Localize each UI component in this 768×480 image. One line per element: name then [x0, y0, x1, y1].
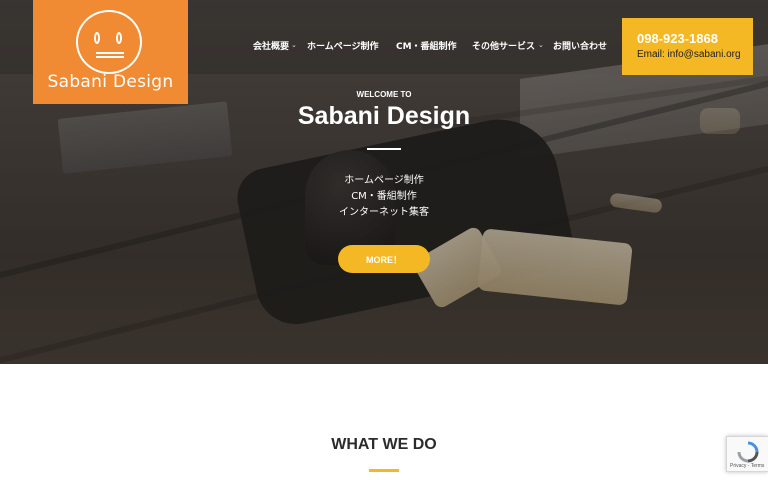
nav-item-contact[interactable]: お問い合わせ: [553, 39, 607, 52]
hero-service-line: CM・番組制作: [351, 191, 417, 202]
contact-box[interactable]: 098-923-1868 Email: info@sabani.org: [622, 18, 753, 75]
more-button[interactable]: MORE！: [338, 245, 430, 273]
section-divider: [369, 469, 399, 472]
smiley-logo-icon: [76, 10, 142, 74]
nav-item-other-services[interactable]: その他サービス: [472, 39, 535, 52]
section-title: WHAT WE DO: [331, 436, 437, 453]
logo-text: Sabani Design: [47, 72, 174, 92]
hero-divider: [367, 148, 401, 150]
site-logo[interactable]: Sabani Design: [33, 0, 188, 104]
nav-item-cm[interactable]: CM・番組制作: [396, 39, 457, 52]
logo-eye: [116, 32, 122, 44]
nav-item-web[interactable]: ホームページ制作: [307, 39, 379, 52]
contact-email[interactable]: Email: info@sabani.org: [637, 49, 753, 60]
logo-mouth: [96, 52, 124, 58]
contact-phone[interactable]: 098-923-1868: [637, 31, 753, 46]
logo-eye: [94, 32, 100, 44]
hero-services: ホームページ制作 CM・番組制作 インターネット集客: [0, 173, 768, 221]
recaptcha-footer[interactable]: Privacy - Terms: [730, 463, 764, 469]
recaptcha-badge[interactable]: Privacy - Terms: [726, 436, 768, 472]
hero-service-line: ホームページ制作: [344, 175, 424, 186]
nav-item-company[interactable]: 会社概要: [253, 39, 289, 52]
recaptcha-icon: [737, 441, 759, 463]
chevron-down-icon: ⌄: [291, 41, 297, 49]
chevron-down-icon: ⌄: [538, 41, 544, 49]
hero-title: Sabani Design: [297, 102, 471, 130]
hero-service-line: インターネット集客: [339, 207, 429, 218]
